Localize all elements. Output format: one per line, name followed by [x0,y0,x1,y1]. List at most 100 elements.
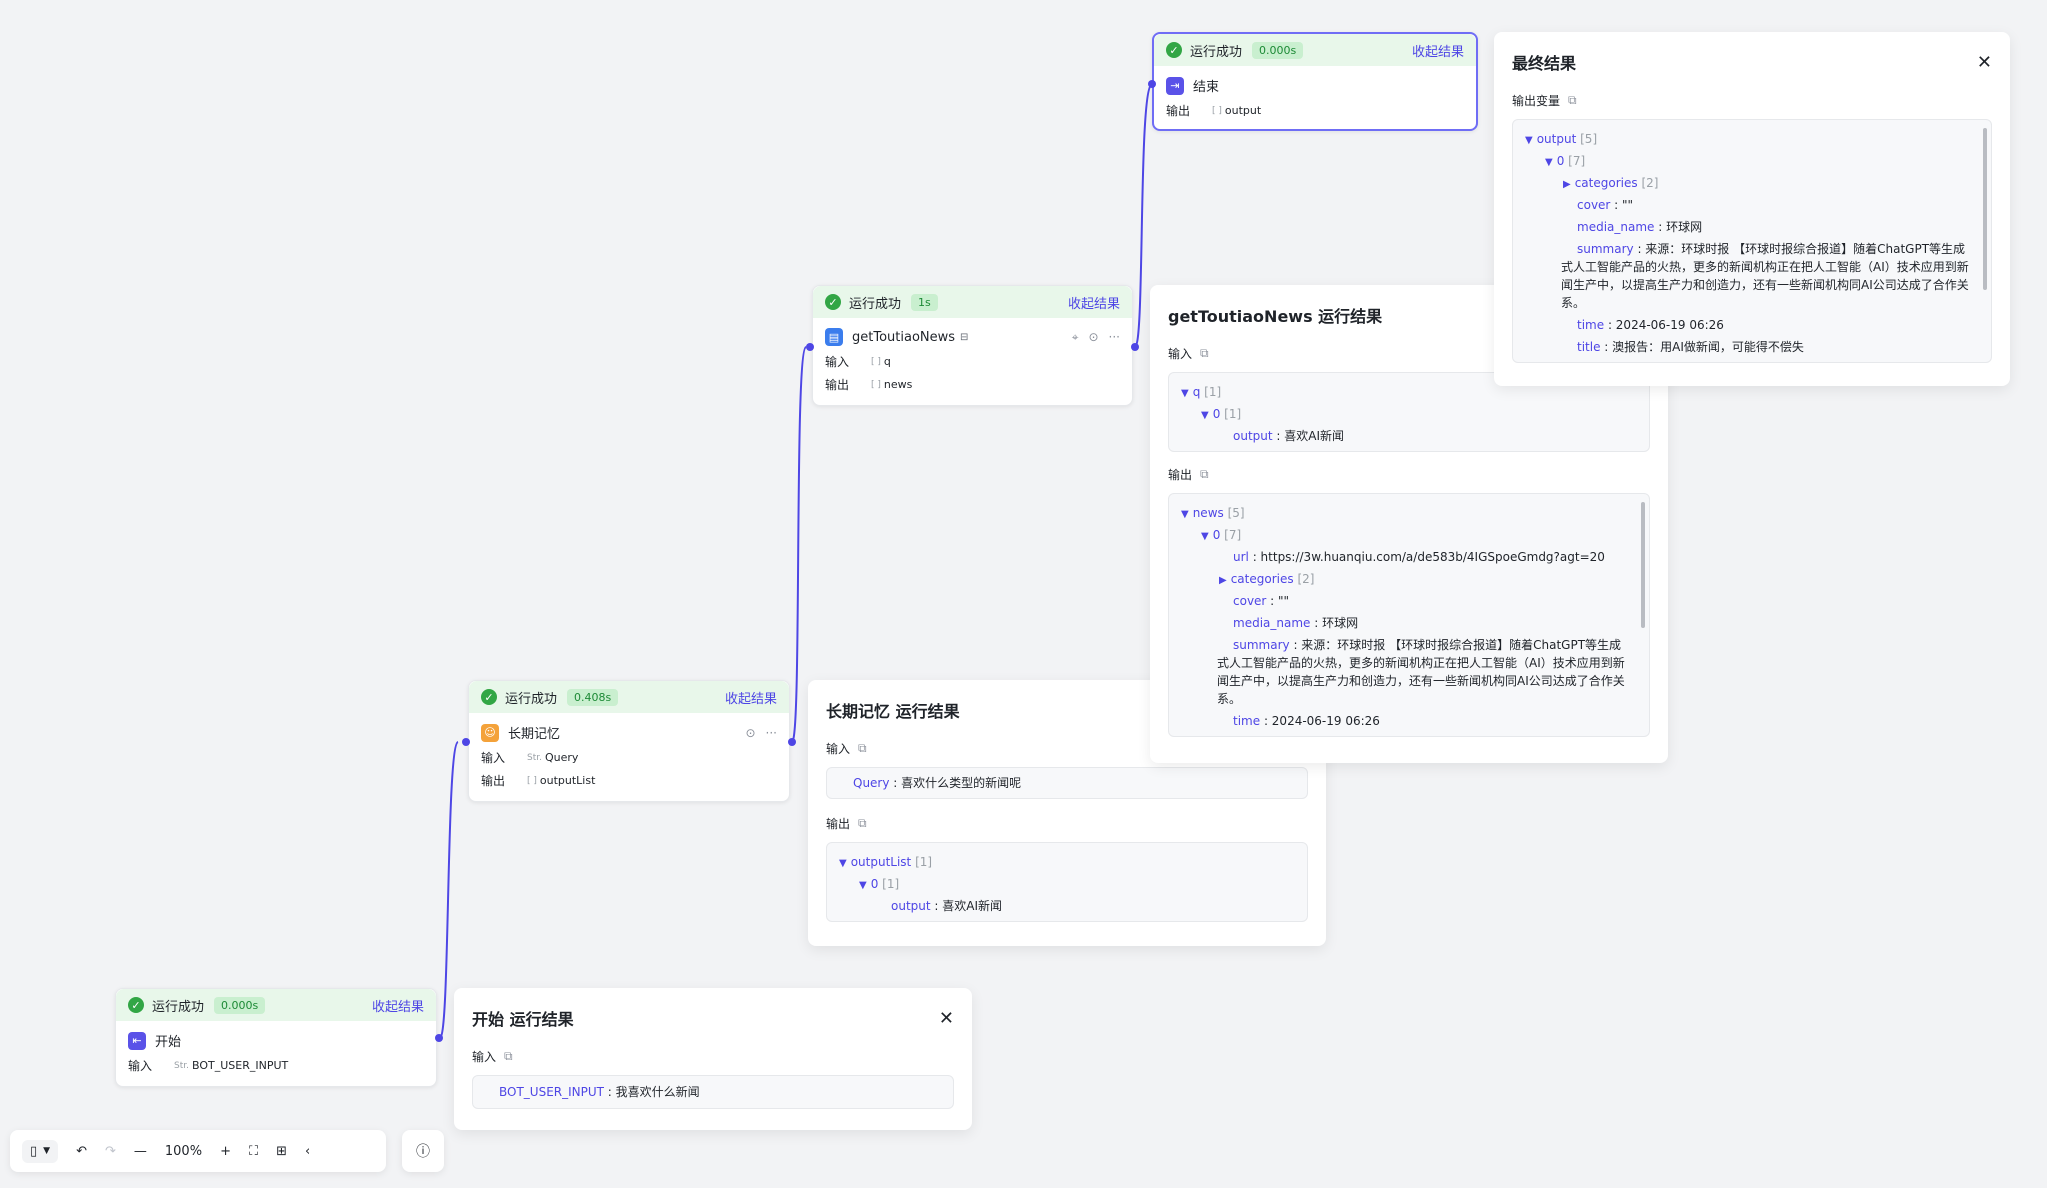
collapse-result-link[interactable]: 收起结果 [725,688,777,707]
caret-down-icon[interactable]: ▼ [1181,388,1189,399]
run-icon[interactable]: ⊙ [1088,330,1098,345]
node-tools: ⌖ ⊙ ··· [1072,330,1120,345]
memory-icon: ☺ [481,723,499,742]
caret-down-icon[interactable]: ▼ [1181,509,1189,520]
collapse-result-link[interactable]: 收起结果 [1068,293,1120,312]
tree-node[interactable]: ▼ 0 [1] [1181,403,1637,425]
copy-icon[interactable]: ⧉ [858,816,867,831]
tree-node[interactable]: ▼ news [5] [1181,502,1637,524]
output-label: 输出 [1166,104,1191,118]
chevron-down-icon: ▼ [43,1146,51,1156]
mouse-icon: ▯ [30,1143,38,1159]
node-start[interactable]: ✓ 运行成功 0.000s 收起结果 ⇤ 开始 输入 Str. BOT_USER_… [115,988,437,1087]
collapse-panel-icon[interactable]: ‹ [305,1144,310,1159]
copy-icon[interactable]: ⧉ [1200,346,1209,361]
caret-down-icon[interactable]: ▼ [839,858,847,869]
node-long-term-memory[interactable]: ✓ 运行成功 0.408s 收起结果 ☺ 长期记忆 ⊙ ··· 输入 Str. Q… [468,680,790,802]
canvas-toolbar: ▯ ▼ ↶ ↷ — 100% + ⛶ ⊞ ‹ [10,1130,386,1172]
copy-icon[interactable]: ⧉ [1568,93,1577,108]
interaction-mode-select[interactable]: ▯ ▼ [22,1139,59,1163]
debug-icon[interactable]: ⌖ [1072,330,1079,345]
input-value-box: Query : 喜欢什么类型的新闻呢 [826,767,1308,799]
caret-down-icon[interactable]: ▼ [1545,157,1553,168]
scrollbar[interactable] [1641,502,1645,628]
input-tag: Str. BOT_USER_INPUT [174,1059,289,1072]
node-status-bar: ✓ 运行成功 0.000s 收起结果 [116,989,436,1021]
memory-output-handle[interactable] [788,738,796,746]
output-section-label: 输出 ⧉ [1168,467,1209,482]
redo-icon[interactable]: ↷ [105,1144,116,1159]
news-output-handle[interactable] [1131,343,1139,351]
caret-down-icon[interactable]: ▼ [1201,531,1209,542]
node-tools: ⊙ ··· [745,726,777,740]
caret-right-icon[interactable]: ▶ [1219,575,1227,586]
panel-title: 最终结果 [1512,54,1577,73]
copy-icon[interactable]: ⧉ [504,1049,513,1064]
workflow-canvas[interactable]: ✓ 运行成功 0.000s 收起结果 ⇥ 结束 输出 [ ] output ✓ 运… [0,0,2047,1188]
more-icon[interactable]: ··· [766,726,777,740]
time-badge: 1s [911,293,938,311]
tree-node[interactable]: ▼ output [5] [1525,128,1979,150]
input-label: 输入 [825,355,850,369]
zoom-level[interactable]: 100% [165,1144,202,1159]
tree-leaf: summary : 来源：环球时报 【环球时报综合报道】随着ChatGPT等生成… [1561,242,1969,310]
help-button[interactable]: ⓘ [402,1130,444,1172]
copy-icon[interactable]: ⧉ [1200,467,1209,482]
time-badge: 0.000s [214,996,266,1014]
tree-node[interactable]: ▶ categories [2] [1181,568,1637,590]
node-status-bar: ✓ 运行成功 0.000s 收起结果 [1154,34,1476,66]
tree-node[interactable]: ▼ 0 [1] [839,873,1295,895]
input-label: 输入 [128,1059,153,1073]
end-input-handle[interactable] [1148,80,1156,88]
caret-down-icon[interactable]: ▼ [859,880,867,891]
zoom-in-icon[interactable]: + [220,1144,231,1159]
start-output-handle[interactable] [435,1034,443,1042]
scrollbar[interactable] [1983,128,1987,290]
tree-node[interactable]: ▼ 0 [7] [1525,150,1979,172]
node-output-row: 输出 [ ] news [813,373,1132,405]
tree-node[interactable]: ▼ outputList [1] [839,851,1295,873]
tree-leaf: time : 2024-06-19 06:26 [1233,714,1380,728]
output-tag: [ ] news [871,378,913,391]
more-icon[interactable]: ··· [1109,330,1120,345]
tree-leaf: url : https://3w.huanqiu.com/a/de583b/4I… [1233,550,1605,564]
node-header: ▤ getToutiaoNews ⊟ ⌖ ⊙ ··· [813,318,1132,350]
fit-view-icon[interactable]: ⛶ [249,1144,258,1159]
news-input-handle[interactable] [806,343,814,351]
node-input-row: 输入 Str. Query [469,746,789,769]
node-header: ⇤ 开始 [116,1021,436,1054]
output-tree[interactable]: ▼ news [5] ▼ 0 [7] url : https://3w.huanqi… [1168,493,1650,737]
minimap-icon[interactable]: ⊞ [276,1144,287,1159]
node-input-row: 输入 Str. BOT_USER_INPUT [116,1054,436,1086]
input-label: 输入 [481,751,506,765]
tree-node[interactable]: ▼ 0 [7] [1181,524,1637,546]
close-icon[interactable]: ✕ [939,1008,954,1029]
node-getToutiaoNews[interactable]: ✓ 运行成功 1s 收起结果 ▤ getToutiaoNews ⊟ ⌖ ⊙ ··… [812,285,1133,406]
final-result-panel: 最终结果 ✕ 输出变量 ⧉ ▼ output [5] ▼ 0 [7] ▶ categor… [1494,32,2010,386]
output-tree[interactable]: ▼ output [5] ▼ 0 [7] ▶ categories [2] cover… [1512,119,1992,363]
output-tree: ▼ outputList [1] ▼ 0 [1] output : 喜欢AI新闻 [826,842,1308,922]
caret-down-icon[interactable]: ▼ [1201,410,1209,421]
close-icon[interactable]: ✕ [1977,52,1992,73]
copy-icon[interactable]: ⧉ [858,741,867,756]
array-type-icon: [ ] [871,379,881,390]
output-tag: [ ] outputList [527,774,596,787]
status-text: 运行成功 [152,999,205,1015]
run-icon[interactable]: ⊙ [745,726,755,740]
output-label: 输出 [825,378,850,392]
tree-node[interactable]: ▶ categories [2] [1525,172,1979,194]
output-variable-label: 输出变量 ⧉ [1512,93,1577,108]
tree-leaf: output : 喜欢AI新闻 [1233,429,1345,443]
memory-input-handle[interactable] [462,738,470,746]
caret-right-icon[interactable]: ▶ [1563,179,1571,190]
var-value: 我喜欢什么新闻 [615,1085,700,1099]
undo-icon[interactable]: ↶ [76,1144,87,1159]
zoom-out-icon[interactable]: — [134,1144,147,1159]
collapse-result-link[interactable]: 收起结果 [372,996,424,1015]
plugin-info-icon: ⊟ [960,331,969,343]
collapse-result-link[interactable]: 收起结果 [1412,41,1464,60]
node-end[interactable]: ✓ 运行成功 0.000s 收起结果 ⇥ 结束 输出 [ ] output [1152,32,1478,131]
caret-down-icon[interactable]: ▼ [1525,135,1533,146]
input-section-label: 输入 ⧉ [472,1049,513,1064]
time-badge: 0.000s [1252,41,1304,59]
